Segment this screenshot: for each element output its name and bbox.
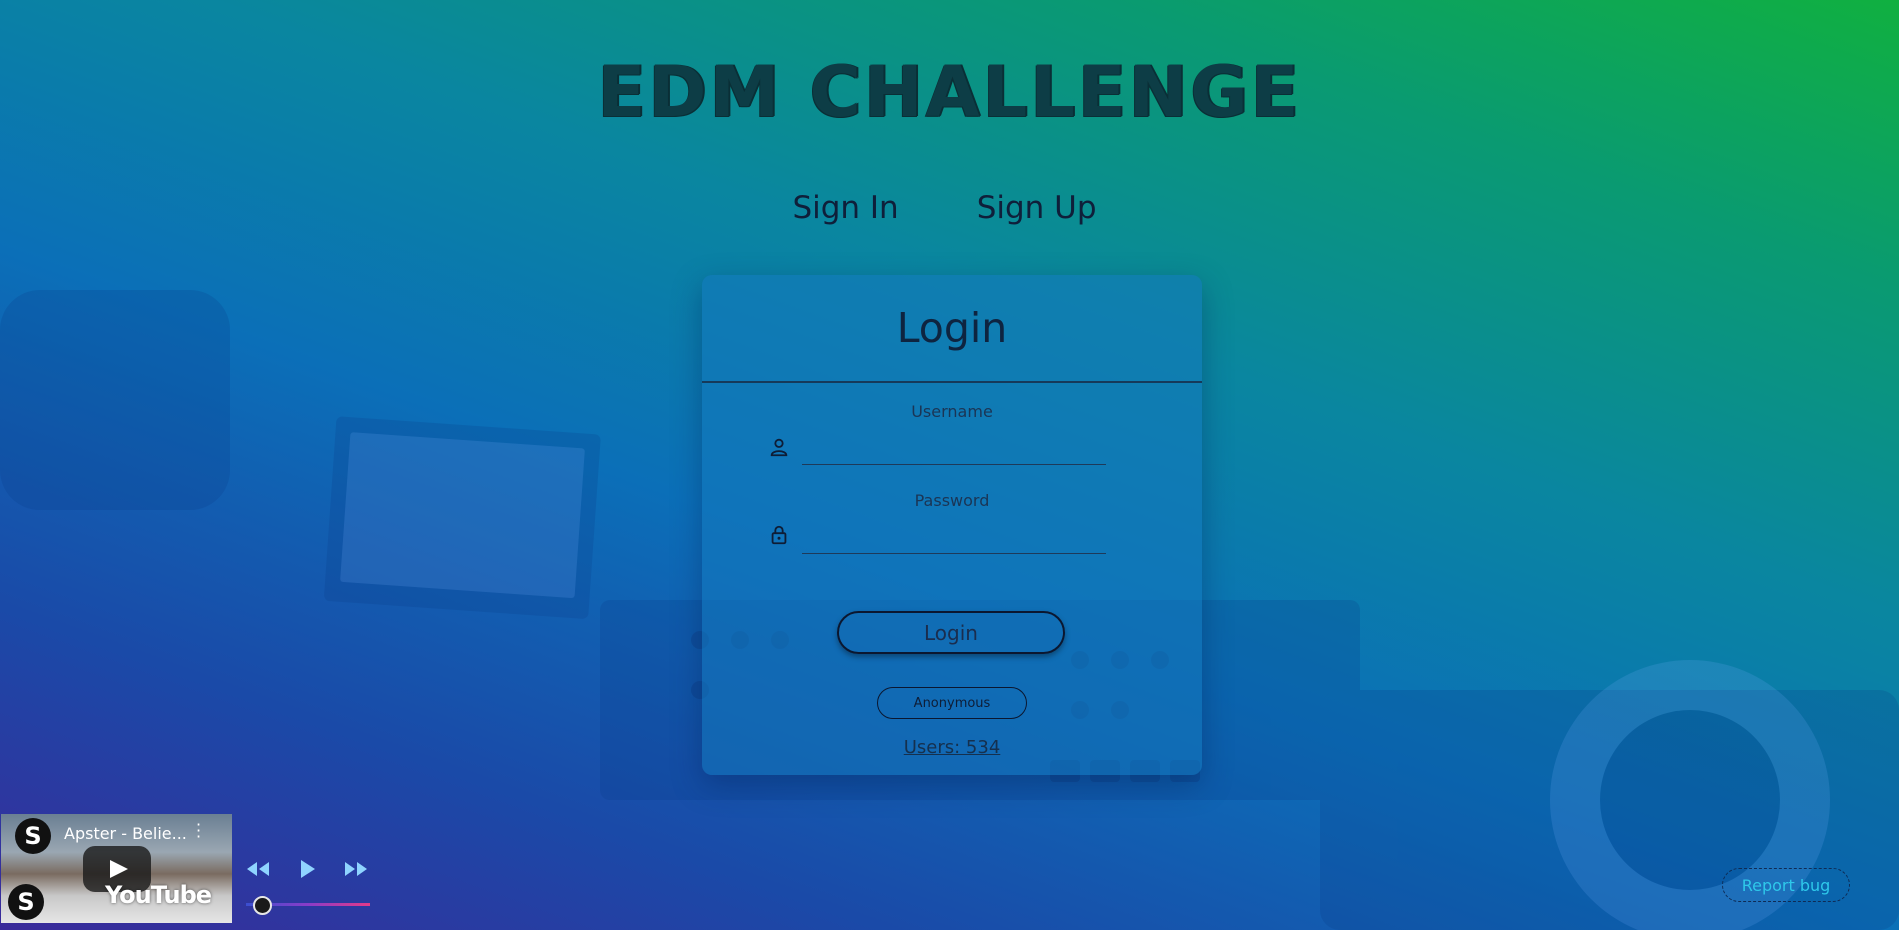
password-label: Password [914,491,990,510]
rewind-icon[interactable] [244,856,272,882]
tab-sign-in[interactable]: Sign In [792,190,898,226]
login-button[interactable]: Login [837,611,1065,654]
lock-icon [771,525,787,545]
play-icon[interactable] [293,856,321,882]
slider-thumb[interactable] [253,896,273,915]
fast-forward-icon[interactable] [342,856,370,882]
anonymous-button[interactable]: Anonymous [877,687,1027,719]
user-icon [770,438,788,457]
app-title: EDM CHALLENGE [597,51,1302,133]
report-bug-button[interactable]: Report bug [1722,868,1850,902]
login-card: Login Username Password Login Anonymous … [702,275,1202,775]
auth-tabs: Sign In Sign Up [0,190,1899,226]
username-label: Username [911,402,993,421]
login-title: Login [896,304,1008,352]
more-options-icon[interactable]: · · · [196,817,201,845]
username-input[interactable] [802,430,1106,465]
channel-logo-icon: S [15,818,51,854]
video-thumbnail[interactable]: S Apster - Belie... · · · S YouTube [1,814,232,923]
video-title: Apster - Belie... [64,824,187,843]
users-count-text: Users: 534 [903,737,1001,758]
password-input[interactable] [802,519,1106,554]
tab-sign-up[interactable]: Sign Up [977,190,1097,226]
channel-watermark-icon: S [8,884,44,920]
playback-slider[interactable] [240,895,372,915]
users-count: Users: 534 [702,737,1202,758]
youtube-logo: YouTube [105,881,212,909]
login-card-header: Login [702,275,1202,383]
